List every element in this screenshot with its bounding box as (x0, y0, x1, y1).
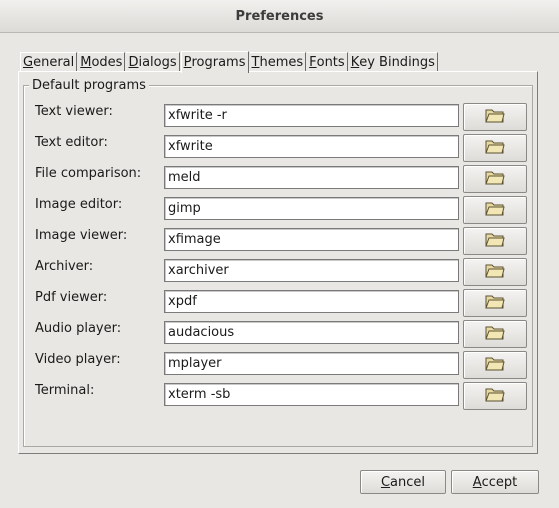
folder-icon (485, 138, 505, 158)
cancel-rest: ancel (390, 474, 426, 490)
audio-player-label: Audio player: (35, 321, 122, 336)
image-viewer-input[interactable]: xfimage (164, 228, 459, 251)
tab-key-bindings-rest: ey Bindings (359, 55, 435, 70)
folder-icon (485, 355, 505, 375)
text-viewer-input[interactable]: xfwrite -r (164, 104, 459, 127)
video-player-browse-button[interactable] (463, 351, 527, 379)
tab-fonts-rest: onts (316, 55, 345, 70)
audio-player-input[interactable]: audacious (164, 321, 459, 344)
file-comparison-browse-button[interactable] (463, 165, 527, 193)
video-player-input[interactable]: mplayer (164, 352, 459, 375)
program-row-pdf-viewer: Pdf viewer: xpdf (24, 287, 534, 317)
tab-programs-rest: rograms (191, 55, 246, 70)
file-comparison-input[interactable]: meld (164, 166, 459, 189)
tab-themes-rest: hemes (259, 55, 304, 70)
program-row-text-viewer: Text viewer: xfwrite -r (24, 101, 534, 131)
window-title: Preferences (235, 8, 324, 24)
pdf-viewer-browse-button[interactable] (463, 289, 527, 317)
image-editor-input[interactable]: gimp (164, 197, 459, 220)
program-row-text-editor: Text editor: xfwrite (24, 132, 534, 162)
cancel-button[interactable]: Cancel (360, 470, 446, 494)
pdf-viewer-input[interactable]: xpdf (164, 290, 459, 313)
tab-dialogs-mnemonic: D (128, 55, 139, 70)
program-row-image-viewer: Image viewer: xfimage (24, 225, 534, 255)
text-viewer-browse-button[interactable] (463, 103, 527, 131)
group-legend: Default programs (29, 78, 149, 93)
tab-general-mnemonic: G (23, 55, 34, 70)
pdf-viewer-label: Pdf viewer: (35, 290, 108, 305)
tab-themes-mnemonic: T (251, 55, 260, 70)
tab-dialogs-rest: ialogs (138, 55, 177, 70)
folder-icon (485, 386, 505, 406)
image-editor-label: Image editor: (35, 197, 123, 212)
archiver-browse-button[interactable] (463, 258, 527, 286)
folder-icon (485, 200, 505, 220)
folder-icon (485, 293, 505, 313)
archiver-input[interactable]: xarchiver (164, 259, 459, 282)
tab-key-bindings[interactable]: Key Bindings (348, 52, 438, 72)
terminal-input[interactable]: xterm -sb (164, 383, 459, 406)
audio-player-browse-button[interactable] (463, 320, 527, 348)
tab-modes-rest: odes (91, 55, 123, 70)
video-player-label: Video player: (35, 352, 121, 367)
tab-general[interactable]: General (20, 52, 78, 72)
folder-icon (485, 324, 505, 344)
text-viewer-label: Text viewer: (35, 104, 113, 119)
tab-dialogs[interactable]: Dialogs (126, 52, 180, 72)
tab-general-rest: eneral (33, 55, 75, 70)
program-row-archiver: Archiver: xarchiver (24, 256, 534, 286)
terminal-browse-button[interactable] (463, 382, 527, 410)
program-row-file-comparison: File comparison: meld (24, 163, 534, 193)
accept-mnemonic: A (472, 474, 482, 490)
title-bar[interactable]: Preferences (0, 0, 559, 33)
program-row-video-player: Video player: mplayer (24, 349, 534, 379)
tab-fonts-mnemonic: F (309, 55, 317, 70)
tab-programs-mnemonic: P (183, 55, 192, 70)
default-programs-group: Default programs Text viewer: xfwrite -r T… (23, 78, 534, 447)
tab-panel-programs: Default programs Text viewer: xfwrite -r T… (18, 71, 538, 454)
cancel-mnemonic: C (380, 474, 391, 490)
folder-icon (485, 169, 505, 189)
terminal-label: Terminal: (35, 383, 95, 398)
image-editor-browse-button[interactable] (463, 196, 527, 224)
tab-modes[interactable]: Modes (78, 52, 126, 72)
folder-icon (485, 107, 505, 127)
accept-rest: ccept (481, 474, 518, 490)
program-row-audio-player: Audio player: audacious (24, 318, 534, 348)
image-viewer-browse-button[interactable] (463, 227, 527, 255)
program-row-image-editor: Image editor: gimp (24, 194, 534, 224)
text-editor-browse-button[interactable] (463, 134, 527, 162)
accept-button[interactable]: Accept (451, 470, 539, 494)
tab-programs[interactable]: Programs (180, 51, 249, 73)
archiver-label: Archiver: (35, 259, 94, 274)
tab-key-bindings-mnemonic: K (350, 55, 360, 70)
image-viewer-label: Image viewer: (35, 228, 128, 243)
program-row-terminal: Terminal: xterm -sb (24, 380, 534, 410)
tab-themes[interactable]: Themes (249, 52, 307, 72)
folder-icon (485, 231, 505, 251)
file-comparison-label: File comparison: (35, 166, 142, 181)
tab-bar: General Modes Dialogs Programs Themes Fo… (20, 50, 439, 73)
text-editor-label: Text editor: (35, 135, 108, 150)
folder-icon (485, 262, 505, 282)
text-editor-input[interactable]: xfwrite (164, 135, 459, 158)
tab-fonts[interactable]: Fonts (307, 52, 348, 72)
tab-modes-mnemonic: M (80, 55, 92, 70)
